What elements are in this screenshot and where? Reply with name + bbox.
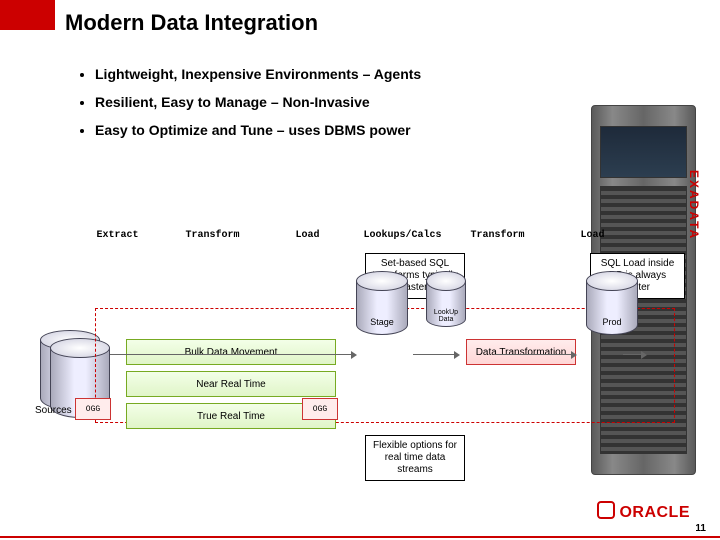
stage-label-transform2: Transform: [450, 230, 545, 241]
lane-data-transformation: Data Transformation: [466, 339, 576, 365]
page-number: 11: [695, 523, 706, 534]
lane-bulk: Bulk Data Movement: [126, 339, 336, 365]
odi-band: ODI Bulk Data Movement Near Real Time Tr…: [95, 308, 675, 423]
ogg-box-left: OGG: [75, 398, 111, 420]
bullet-list: Lightweight, Inexpensive Environments – …: [75, 60, 575, 144]
arrow-lookup-to-prod: [495, 354, 575, 355]
oracle-logo: ORACLE: [597, 501, 690, 522]
stage-label-load: Load: [260, 230, 355, 241]
lookup-cyl-label: LookUp Data: [426, 309, 466, 323]
ogg-box-right: OGG: [302, 398, 338, 420]
arrow-sources-to-stage: [110, 354, 355, 355]
stage-cyl-label: Stage: [356, 317, 408, 327]
brand-accent-block: [0, 0, 55, 30]
footer-accent-line: [0, 536, 720, 538]
callout-realtime: Flexible options for real time data stre…: [365, 435, 465, 481]
page-title: Modern Data Integration: [65, 10, 318, 36]
stage-label-load2: Load: [545, 230, 640, 241]
exadata-label: EXADATA: [687, 170, 701, 240]
lane-near-real-time: Near Real Time: [126, 371, 336, 397]
prod-cylinder: Prod: [586, 271, 638, 335]
bullet-item: Lightweight, Inexpensive Environments – …: [95, 60, 575, 88]
bullet-item: Resilient, Easy to Manage – Non-Invasive: [95, 88, 575, 116]
arrow-stage-to-lookup: [413, 354, 458, 355]
stage-labels-row: Extract Transform Load Lookups/Calcs Tra…: [70, 230, 640, 241]
stage-label-extract: Extract: [70, 230, 165, 241]
bullet-item: Easy to Optimize and Tune – uses DBMS po…: [95, 116, 575, 144]
stage-label-transform: Transform: [165, 230, 260, 241]
lookup-cylinder: LookUp Data: [426, 271, 466, 327]
sources-label: Sources: [35, 405, 72, 416]
arrow-prod-to-rack: [623, 354, 645, 355]
stage-cylinder: Stage: [356, 271, 408, 335]
prod-cyl-label: Prod: [586, 317, 638, 327]
stage-label-lookups: Lookups/Calcs: [355, 230, 450, 241]
